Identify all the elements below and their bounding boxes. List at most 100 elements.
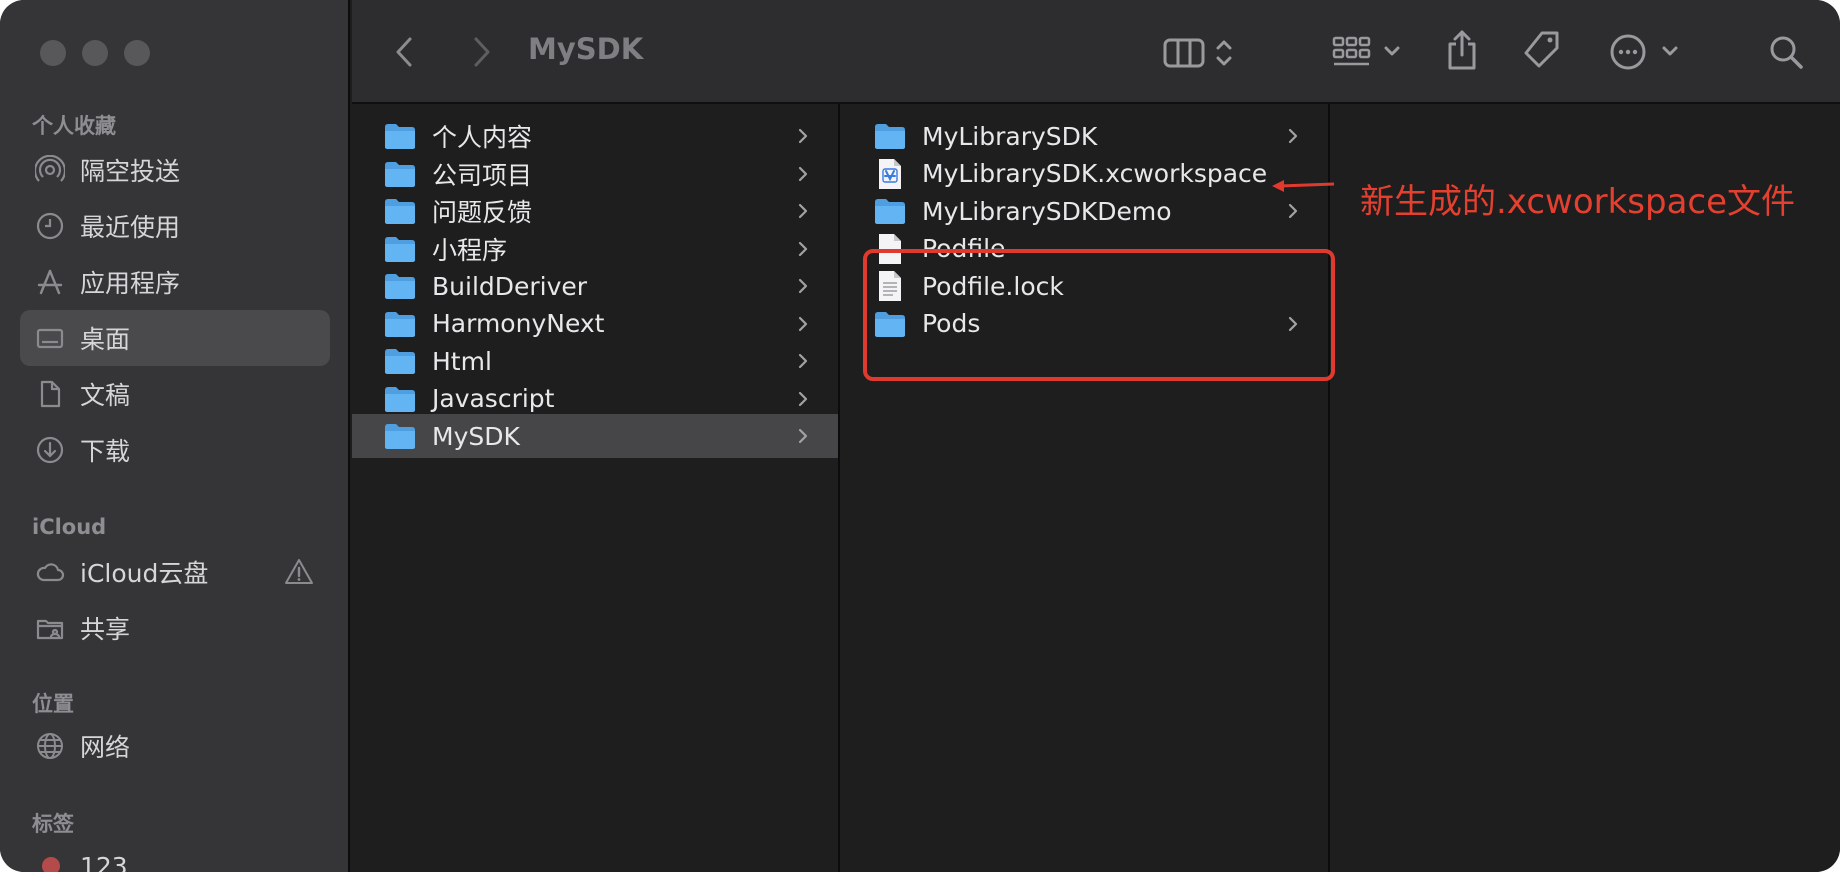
chevron-right-icon [796,314,810,334]
item-name: Pods [922,309,981,338]
more-actions-button[interactable] [1608,32,1684,72]
chevron-right-icon [796,126,810,146]
list-item[interactable]: MySDK [352,414,838,458]
item-name: Podfile.lock [922,271,1064,301]
sidebar-item-label: iCloud云盘 [80,559,209,588]
list-item[interactable]: Pods [842,302,1328,346]
item-name: MyLibrarySDK.xcworkspace [922,159,1268,188]
close-button[interactable] [40,40,66,66]
sidebar-item-desktop[interactable]: 桌面 [20,310,330,366]
search-button[interactable] [1766,32,1806,72]
chevron-left-icon [396,37,412,67]
folder-icon [384,196,416,226]
item-name: 小程序 [432,235,508,265]
folder-icon [384,346,416,376]
chevron-right-icon [796,276,810,296]
item-name: Javascript [432,384,555,413]
desktop-icon [34,322,66,354]
tag-color-dot [42,857,60,872]
sidebar-item-label: 文稿 [80,381,131,410]
minimize-button[interactable] [82,40,108,66]
toolbar: MySDK [352,0,1840,104]
folder-icon [384,271,416,301]
tag-button[interactable] [1522,30,1562,70]
chevron-right-icon [1286,314,1300,334]
sidebar-item-tag-123[interactable]: 123 [20,838,330,872]
sidebar-item-applications[interactable]: 应用程序 [20,254,330,310]
sidebar-item-recents[interactable]: 最近使用 [20,198,330,254]
chevron-right-icon [474,37,490,67]
zoom-button[interactable] [124,40,150,66]
column-1: 个人内容 公司项目 问题反馈 小程序 BuildDeriver HarmonyNext Ht… [352,104,840,872]
window-title: MySDK [528,32,644,66]
item-name: Podfile [922,234,1006,263]
cloud-icon [34,556,66,588]
chevron-right-icon [1286,201,1300,221]
sidebar-item-label: 下载 [80,437,131,466]
finder-window: 个人收藏 iCloud 位置 标签 123 隔空投送最近使用应用程序桌面文稿下载… [0,0,1840,872]
folder-icon [384,234,416,264]
download-icon [34,434,66,466]
sidebar-item-shared[interactable]: 共享 [20,600,330,656]
warning-icon[interactable] [284,557,314,587]
folder-icon [384,384,416,414]
folder-icon [384,421,416,451]
sidebar: 个人收藏 iCloud 位置 标签 123 隔空投送最近使用应用程序桌面文稿下载… [0,0,350,872]
column-view-icon [1163,38,1232,68]
share-icon [1448,30,1476,70]
item-name: Html [432,346,492,376]
chevron-right-icon [796,389,810,409]
favorites-header: 个人收藏 [32,114,116,138]
item-name: MyLibrarySDKDemo [922,196,1172,226]
folder-icon [874,309,906,339]
share-button[interactable] [1446,28,1478,72]
item-name: MySDK [432,421,520,451]
shared-folder-icon [34,612,66,644]
globe-icon [34,730,66,762]
folder-icon [384,159,416,189]
sidebar-item-airdrop[interactable]: 隔空投送 [20,142,330,198]
tag-icon [1524,31,1559,68]
xcworkspace-icon [874,158,906,189]
airdrop-icon [34,154,66,186]
chevron-right-icon [1286,126,1300,146]
item-name: HarmonyNext [432,309,605,338]
icloud-header: iCloud [32,515,107,539]
item-name: 问题反馈 [432,198,533,227]
column-2: MyLibrarySDK MyLibrarySDK.xcworkspace MyLi… [842,104,1330,872]
locations-header: 位置 [32,692,74,716]
applications-icon [34,266,66,298]
annotation-text: 新生成的.xcworkspace文件 [1360,182,1796,222]
folder-icon [384,121,416,151]
group-button[interactable] [1332,32,1406,72]
ellipsis-circle-icon [1610,34,1678,70]
item-name: MyLibrarySDK [922,121,1098,151]
chevron-right-icon [796,164,810,184]
sidebar-item-network[interactable]: 网络 [20,718,330,774]
chevron-right-icon [796,426,810,446]
sidebar-item-documents[interactable]: 文稿 [20,366,330,422]
sidebar-item-downloads[interactable]: 下载 [20,422,330,478]
back-button[interactable] [392,36,416,68]
sidebar-item-label: 应用程序 [80,269,181,298]
document-icon [34,378,66,410]
item-name: BuildDeriver [432,271,588,301]
view-mode-button[interactable] [1162,32,1252,72]
folder-icon [874,121,906,151]
item-name: 公司项目 [432,160,533,190]
chevron-right-icon [796,239,810,259]
forward-button[interactable] [470,36,494,68]
clock-icon [34,210,66,242]
folder-icon [874,196,906,226]
tags-header: 标签 [32,812,74,836]
grid-group-icon [1332,36,1400,66]
chevron-right-icon [796,201,810,221]
search-icon [1770,36,1803,69]
chevron-right-icon [796,351,810,371]
sidebar-item-label: 隔空投送 [80,157,181,186]
sidebar-item-icloud-drive[interactable]: iCloud云盘 [20,544,330,600]
sidebar-item-label: 桌面 [80,325,131,354]
sidebar-item-label: 网络 [80,733,131,762]
sidebar-item-label: 共享 [80,615,131,644]
text-file-icon [874,271,906,301]
